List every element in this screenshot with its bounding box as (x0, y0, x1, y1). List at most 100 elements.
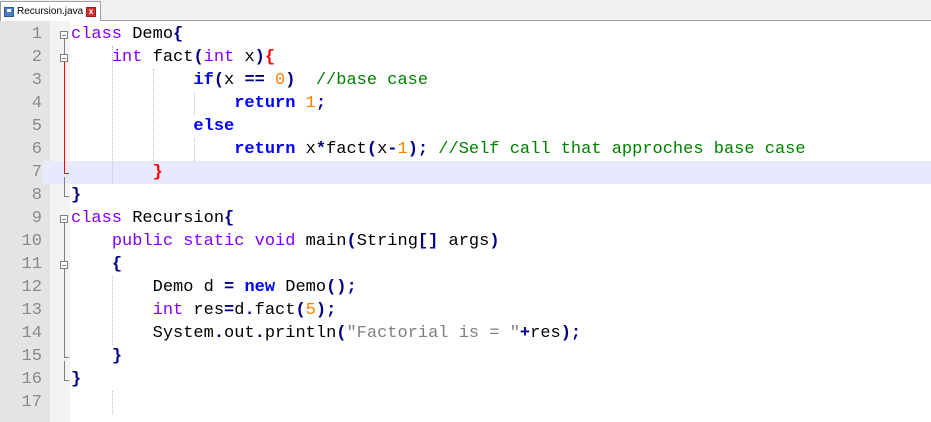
code-line[interactable]: 15 } (0, 345, 931, 368)
fold-end-mark (64, 379, 69, 381)
line-number: 12 (21, 278, 42, 297)
fold-toggle-icon[interactable] (60, 260, 68, 269)
code-text: return x*fact(x-1); //Self call that app… (71, 138, 806, 161)
code-token: int (111, 48, 143, 67)
code-line[interactable]: 7 } (0, 161, 931, 184)
code-text: if(x == 0) //base case (71, 69, 428, 92)
code-line[interactable]: 11 { (0, 253, 931, 276)
code-token: [] (417, 232, 439, 251)
code-text: { (71, 253, 122, 276)
line-number: 9 (31, 209, 42, 228)
code-line[interactable]: 16} (0, 368, 931, 391)
indent-guide (194, 92, 195, 115)
code-text: } (71, 345, 122, 368)
code-token: ); (407, 140, 429, 159)
code-token: void (254, 232, 296, 251)
code-token: == (244, 71, 265, 90)
line-number: 16 (21, 370, 42, 389)
code-line[interactable]: 10 public static void main(String[] args… (0, 230, 931, 253)
code-token: 5 (305, 301, 316, 320)
line-number: 6 (31, 140, 42, 159)
code-token: ( (366, 140, 378, 159)
code-text: class Demo{ (71, 23, 183, 46)
save-icon (4, 6, 14, 17)
code-token: - (387, 140, 398, 159)
code-line[interactable]: 5 else (0, 115, 931, 138)
code-token: main (295, 232, 347, 251)
line-number: 3 (31, 71, 42, 90)
code-token: return (234, 140, 296, 159)
code-token: String (356, 232, 418, 251)
code-token: "Factorial is = " (346, 324, 520, 343)
code-text: class Recursion{ (71, 207, 234, 230)
code-line[interactable]: 13 int res=d.fact(5); (0, 299, 931, 322)
code-token: { (173, 25, 184, 44)
code-token: int (152, 301, 184, 320)
code-editor[interactable]: 1 class Demo{2 int fact(int x){3 if(x == … (0, 21, 931, 422)
code-token: 0 (275, 71, 286, 90)
code-token: x (377, 140, 388, 159)
code-token: ); (315, 301, 337, 320)
line-number: 10 (21, 232, 42, 251)
code-token: class (71, 209, 123, 228)
fold-line (64, 176, 65, 196)
code-token: ) (254, 48, 265, 67)
code-token: . (254, 324, 265, 343)
line-number: 2 (31, 48, 42, 67)
code-token: { (111, 255, 123, 274)
code-line[interactable]: 2 int fact(int x){ (0, 46, 931, 69)
code-line[interactable]: 1 class Demo{ (0, 23, 931, 46)
code-token: 1 (305, 94, 316, 113)
code-line[interactable]: 14 System.out.println("Factorial is = "+… (0, 322, 931, 345)
code-token: ); (560, 324, 582, 343)
fold-line (64, 268, 65, 357)
indent-guide (153, 69, 154, 161)
code-token: x (234, 48, 255, 67)
code-token: ) (285, 71, 296, 90)
code-token: } (71, 370, 82, 389)
line-number: 14 (21, 324, 42, 343)
code-line[interactable]: 3 if(x == 0) //base case (0, 69, 931, 92)
code-text: int res=d.fact(5); (71, 299, 337, 322)
code-token: if (193, 71, 214, 90)
fold-toggle-icon[interactable] (60, 30, 68, 39)
tab-recursion-java[interactable]: Recursion.java x (0, 1, 102, 21)
code-token: res (530, 324, 561, 343)
line-number: 11 (21, 255, 42, 274)
code-line[interactable]: 8} (0, 184, 931, 207)
fold-toggle-icon[interactable] (60, 53, 68, 62)
code-token: x (295, 140, 316, 159)
code-token: { (264, 48, 276, 67)
fold-line (64, 360, 65, 380)
code-line[interactable]: 12 Demo d = new Demo(); (0, 276, 931, 299)
close-icon[interactable]: x (86, 6, 97, 17)
line-number: 5 (31, 117, 42, 136)
code-token: out (224, 324, 255, 343)
indent-guide (112, 391, 113, 414)
code-token: ; (315, 94, 327, 113)
code-line[interactable]: 9 class Recursion{ (0, 207, 931, 230)
fold-line (64, 61, 65, 173)
code-token: x (224, 71, 245, 90)
code-token: } (71, 186, 82, 205)
code-token: fact (142, 48, 194, 67)
line-number: 13 (21, 301, 42, 320)
code-token: Demo (275, 278, 327, 297)
code-line[interactable]: 17 (0, 391, 931, 414)
code-token: res (183, 301, 225, 320)
code-token: ) (489, 232, 500, 251)
line-number: 7 (0, 161, 42, 184)
code-token: //Self call that approches base case (438, 140, 806, 159)
code-line[interactable]: 4 return 1; (0, 92, 931, 115)
fold-toggle-icon[interactable] (60, 214, 68, 223)
code-token: System (152, 324, 214, 343)
line-number: 1 (31, 25, 42, 44)
code-token: return (234, 94, 296, 113)
code-line[interactable]: 6 return x*fact(x-1); //Self call that a… (0, 138, 931, 161)
